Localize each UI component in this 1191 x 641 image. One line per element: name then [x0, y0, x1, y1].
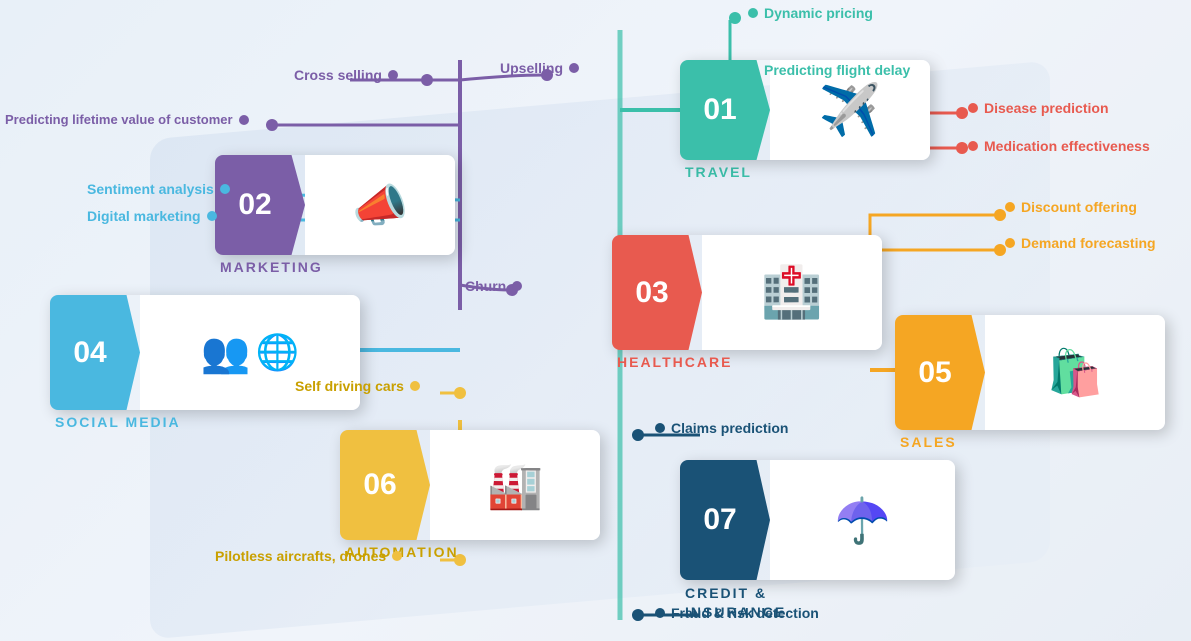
label-demand-forecasting: Demand forecasting: [1005, 235, 1156, 251]
card-sales-label: SALES: [900, 434, 957, 450]
upselling-text: Upselling: [500, 60, 563, 76]
label-upselling: Upselling: [500, 60, 579, 76]
label-dynamic-pricing: Dynamic pricing: [748, 5, 873, 21]
card-automation: 06 🏭 AUTOMATION: [340, 430, 600, 562]
card-02-number: 02: [238, 188, 281, 222]
label-predicting-flight: Predicting flight delay: [748, 62, 910, 78]
card-05-number: 05: [918, 356, 961, 390]
demand-text: Demand forecasting: [1021, 235, 1156, 251]
card-travel-label: TRAVEL: [685, 164, 752, 180]
dot-medication: [968, 141, 978, 151]
card-travel: 01 ✈️ TRAVEL: [680, 60, 930, 182]
medication-text: Medication effectiveness: [984, 138, 1150, 154]
diagram-container: 01 ✈️ TRAVEL 02 📣 MARKETING 03: [0, 0, 1191, 641]
dot-claims: [655, 423, 665, 433]
sentiment-text: Sentiment analysis: [87, 181, 214, 197]
churn-text: Churn: [465, 278, 506, 294]
dot-upselling: [569, 63, 579, 73]
label-claims: Claims prediction: [655, 420, 788, 436]
social-media-icon: 👥: [201, 329, 251, 376]
dot-disease: [968, 103, 978, 113]
dot-fraud: [655, 608, 665, 618]
dot-digital: [207, 211, 217, 221]
fraud-text: Fraud & risk detection: [671, 605, 819, 621]
card-01-number: 01: [703, 93, 746, 127]
label-fraud: Fraud & risk detection: [655, 605, 819, 621]
card-marketing: 02 📣 MARKETING: [215, 155, 455, 277]
dot-self-driving: [410, 381, 420, 391]
lifetime-text: Predicting lifetime value of customer: [5, 112, 233, 127]
dot-churn: [512, 281, 522, 291]
travel-icon: ✈️: [819, 81, 881, 140]
dot-cross-selling: [388, 70, 398, 80]
card-social-label: SOCIAL MEDIA: [55, 414, 181, 430]
healthcare-icon: 🏥: [761, 263, 823, 322]
dot-dynamic-pricing: [748, 8, 758, 18]
label-sentiment: Sentiment analysis: [87, 181, 230, 197]
card-social-media: 04 👥 🌐 SOCIAL MEDIA: [50, 295, 360, 432]
label-self-driving: Self driving cars: [295, 378, 420, 394]
dynamic-pricing-text: Dynamic pricing: [764, 5, 873, 21]
card-06-number: 06: [363, 468, 406, 502]
marketing-icon: 📣: [352, 179, 408, 232]
automation-icon: 🏭: [487, 459, 543, 512]
card-sales: 05 🛍️ SALES: [895, 315, 1165, 452]
insurance-icon: ☂️: [834, 494, 890, 547]
dot-lifetime: [239, 115, 249, 125]
label-churn: Churn: [465, 278, 522, 294]
label-discount: Discount offering: [1005, 199, 1137, 215]
self-driving-text: Self driving cars: [295, 378, 404, 394]
dot-pilotless: [392, 551, 402, 561]
dot-sentiment: [220, 184, 230, 194]
digital-text: Digital marketing: [87, 208, 201, 224]
card-03-number: 03: [635, 276, 678, 310]
card-marketing-label: MARKETING: [220, 259, 323, 275]
claims-text: Claims prediction: [671, 420, 788, 436]
dot-demand: [1005, 238, 1015, 248]
label-digital-marketing: Digital marketing: [87, 208, 217, 224]
cross-selling-text: Cross selling: [294, 67, 382, 83]
pilotless-text: Pilotless aircrafts, drones: [215, 548, 386, 564]
card-healthcare-label: HEALTHCARE: [617, 354, 732, 370]
dot-predicting-flight: [748, 65, 758, 75]
label-lifetime-value: Predicting lifetime value of customer: [5, 112, 249, 127]
card-07-number: 07: [703, 503, 746, 537]
social-media-icon2: 🌐: [256, 332, 300, 373]
predicting-flight-text: Predicting flight delay: [764, 62, 910, 78]
card-04-number: 04: [73, 336, 116, 370]
card-healthcare: 03 🏥 HEALTHCARE: [612, 235, 882, 372]
disease-prediction-text: Disease prediction: [984, 100, 1109, 116]
label-medication: Medication effectiveness: [968, 138, 1150, 154]
dot-discount: [1005, 202, 1015, 212]
discount-text: Discount offering: [1021, 199, 1137, 215]
label-cross-selling: Cross selling: [294, 67, 398, 83]
sales-icon: 🛍️: [1047, 346, 1103, 399]
label-pilotless: Pilotless aircrafts, drones: [215, 548, 402, 564]
card-credit-insurance: 07 ☂️ CREDIT &INSURANCE: [680, 460, 955, 622]
label-disease-prediction: Disease prediction: [968, 100, 1109, 116]
